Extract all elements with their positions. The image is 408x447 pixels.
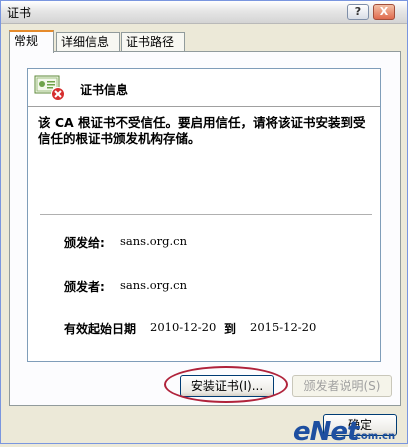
window-title: 证书 xyxy=(7,6,32,20)
validity-to-label: 到 xyxy=(224,322,237,336)
install-certificate-button[interactable]: 安装证书(I)... xyxy=(180,375,274,397)
untrusted-certificate-icon xyxy=(34,75,65,101)
valid-to-value: 2015-12-20 xyxy=(250,320,317,334)
certificate-info-box: 证书信息 该 CA 根证书不受信任。要启用信任，请将该证书安装到受信任的根证书颁… xyxy=(27,68,381,362)
close-button[interactable]: X xyxy=(373,4,395,20)
issued-by-label: 颁发者: xyxy=(64,280,105,294)
valid-from-value: 2010-12-20 xyxy=(150,320,217,334)
validity-label: 有效起始日期 xyxy=(64,322,137,336)
certificate-divider xyxy=(40,214,372,215)
issued-to-value: sans.org.cn xyxy=(120,234,188,248)
certificate-info-title: 证书信息 xyxy=(80,83,129,97)
issued-to-label: 颁发给: xyxy=(64,236,105,250)
tab-details[interactable]: 详细信息 xyxy=(56,32,120,52)
certificate-info-header: 证书信息 xyxy=(28,69,380,107)
title-bar: 证书 ? X xyxy=(1,1,407,24)
certificate-dialog: 证书 ? X 常规 详细信息 证书路径 证书信息 该 CA 根证书不受信任。要启… xyxy=(0,0,408,447)
ok-button[interactable]: 确定 xyxy=(323,414,397,436)
help-button[interactable]: ? xyxy=(347,4,369,20)
tab-general[interactable]: 常规 xyxy=(9,30,54,53)
general-tab-panel: 证书信息 该 CA 根证书不受信任。要启用信任，请将该证书安装到受信任的根证书颁… xyxy=(9,51,401,406)
tab-certification-path[interactable]: 证书路径 xyxy=(121,32,185,52)
issued-by-value: sans.org.cn xyxy=(120,278,188,292)
trust-warning-text: 该 CA 根证书不受信任。要启用信任，请将该证书安装到受信任的根证书颁发机构存储… xyxy=(38,115,366,146)
issuer-statement-button[interactable]: 颁发者说明(S) xyxy=(292,375,392,397)
